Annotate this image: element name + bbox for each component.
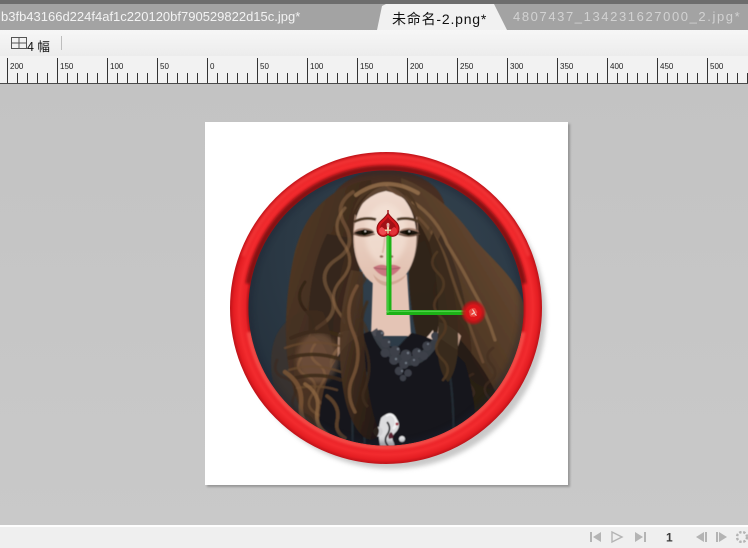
svg-text:100: 100 (310, 62, 324, 71)
svg-text:100: 100 (110, 62, 124, 71)
svg-text:300: 300 (510, 62, 524, 71)
svg-text:450: 450 (660, 62, 674, 71)
svg-text:0: 0 (210, 62, 215, 71)
svg-text:150: 150 (360, 62, 374, 71)
svg-text:200: 200 (410, 62, 424, 71)
svg-text:200: 200 (10, 62, 24, 71)
svg-text:150: 150 (60, 62, 74, 71)
svg-text:250: 250 (460, 62, 474, 71)
svg-text:500: 500 (710, 62, 724, 71)
svg-text:350: 350 (560, 62, 574, 71)
svg-text:50: 50 (160, 62, 169, 71)
svg-text:1: 1 (666, 531, 673, 543)
svg-text:50: 50 (260, 62, 269, 71)
svg-text:400: 400 (610, 62, 624, 71)
